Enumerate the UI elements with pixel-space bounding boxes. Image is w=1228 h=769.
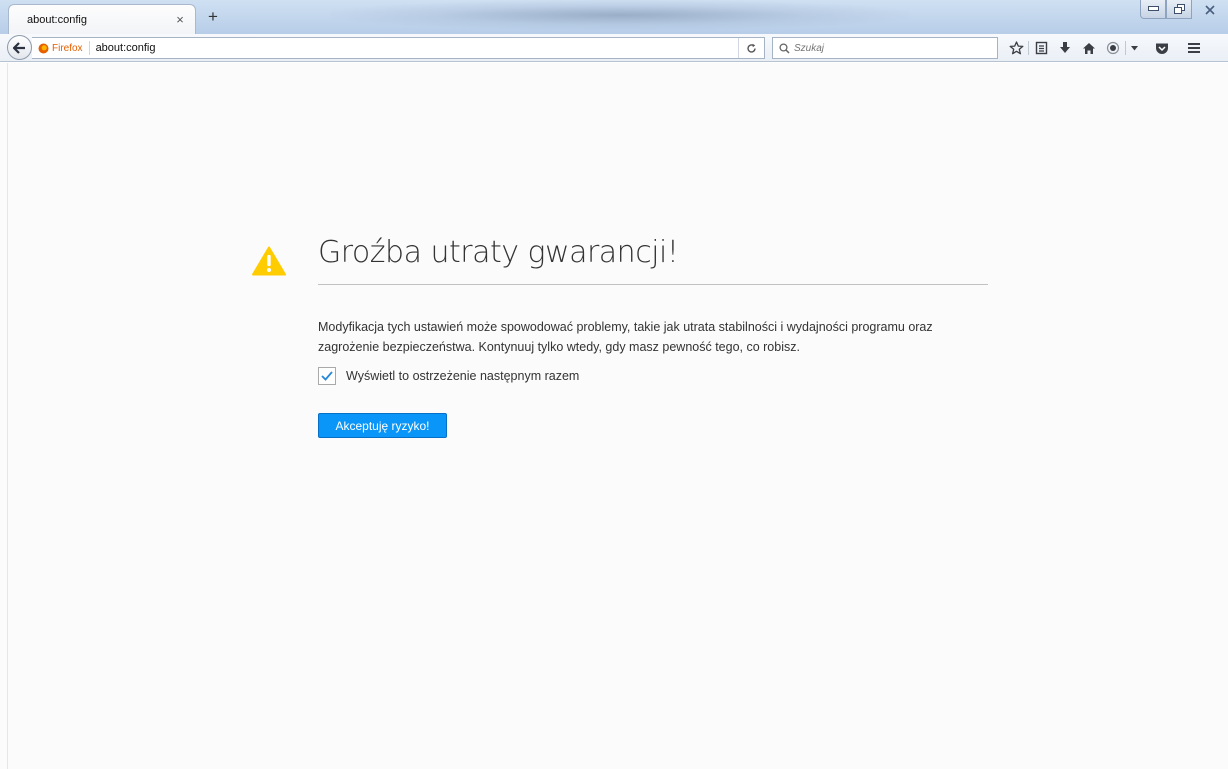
show-warning-label: Wyświetl to ostrzeżenie następnym razem	[346, 369, 580, 383]
titlebar-glow	[330, 0, 910, 30]
search-icon	[779, 42, 790, 54]
search-bar[interactable]	[772, 37, 998, 59]
warning-title: Groźba utraty gwarancji!	[318, 235, 988, 285]
pocket-button[interactable]	[1150, 38, 1174, 58]
star-icon	[1009, 41, 1023, 55]
show-warning-checkbox[interactable]	[318, 367, 336, 385]
back-button[interactable]	[7, 35, 32, 60]
minimize-icon	[1147, 6, 1159, 11]
reload-button[interactable]	[738, 38, 764, 58]
home-button[interactable]	[1077, 38, 1101, 58]
tab-title: about:config	[27, 13, 87, 26]
hello-dropdown-button[interactable]	[1126, 38, 1142, 58]
bookmarks-menu-button[interactable]	[1029, 38, 1053, 58]
pocket-icon	[1156, 43, 1168, 54]
toolbar-icons	[1004, 38, 1206, 58]
tab-about-config[interactable]: about:config ×	[8, 4, 196, 34]
page-content: Groźba utraty gwarancji! Modyfikacja tyc…	[0, 63, 1228, 769]
minimize-button[interactable]	[1140, 0, 1166, 19]
url-bar[interactable]: Firefox about:config	[32, 37, 765, 59]
identity-box[interactable]: Firefox	[38, 41, 90, 55]
home-icon	[1083, 42, 1095, 54]
download-icon	[1060, 42, 1070, 53]
hello-icon	[1106, 41, 1120, 55]
downloads-button[interactable]	[1053, 38, 1077, 58]
reload-icon	[747, 43, 756, 53]
dropdown-icon	[1130, 45, 1138, 50]
restore-icon	[1173, 4, 1185, 14]
firefox-logo-icon	[38, 43, 49, 53]
hello-button[interactable]	[1101, 38, 1125, 58]
bookmark-button[interactable]	[1004, 38, 1028, 58]
back-arrow-icon	[13, 41, 25, 54]
close-icon	[1205, 4, 1215, 15]
title-bar: about:config × +	[0, 0, 1228, 34]
restore-button[interactable]	[1166, 0, 1192, 19]
navigation-toolbar: Firefox about:config	[0, 34, 1228, 62]
reading-list-icon	[1035, 41, 1047, 55]
content-edge	[7, 63, 8, 769]
show-warning-checkbox-row[interactable]: Wyświetl to ostrzeżenie następnym razem	[318, 367, 579, 385]
identity-label: Firefox	[52, 42, 83, 54]
menu-icon	[1188, 43, 1200, 53]
warning-icon	[252, 246, 286, 276]
accept-risk-button[interactable]: Akceptuję ryzyko!	[318, 413, 447, 438]
search-input[interactable]	[794, 42, 984, 54]
tab-close-icon[interactable]: ×	[173, 12, 187, 27]
url-text[interactable]: about:config	[90, 42, 738, 54]
window-controls	[1140, 0, 1228, 19]
new-tab-button[interactable]: +	[202, 8, 224, 28]
menu-button[interactable]	[1182, 38, 1206, 58]
close-button[interactable]	[1192, 0, 1228, 19]
checkmark-icon	[321, 371, 333, 381]
warning-description: Modyfikacja tych ustawień może spowodowa…	[318, 320, 933, 354]
